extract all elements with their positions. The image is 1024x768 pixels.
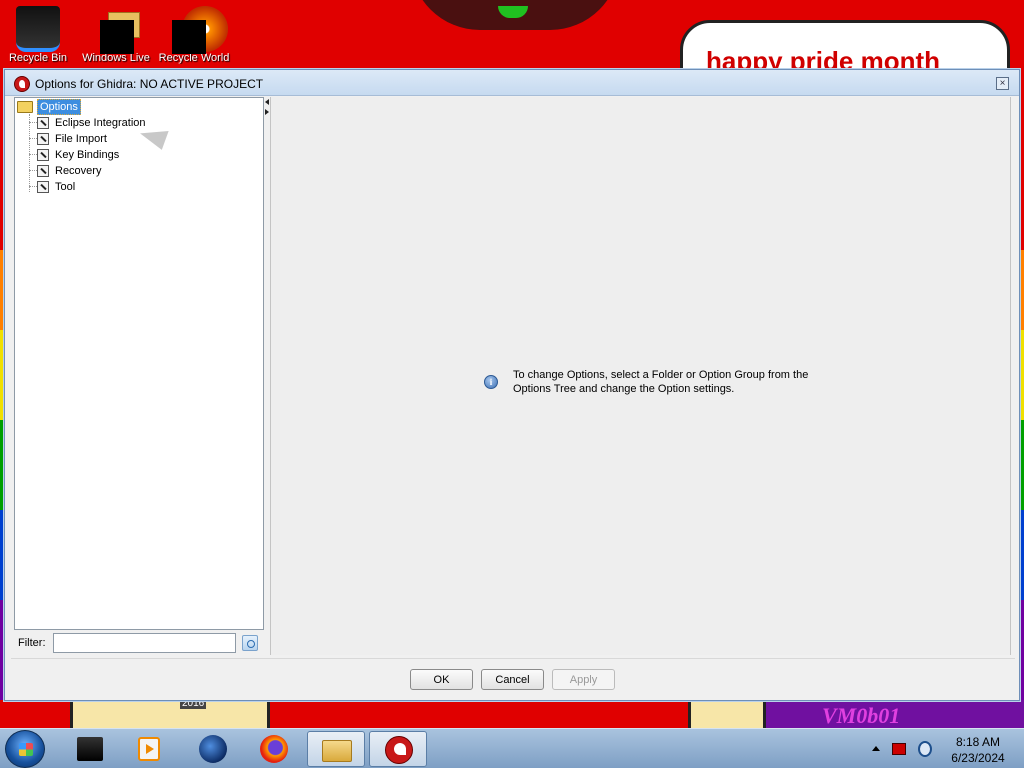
ok-button[interactable]: OK [410,669,473,690]
taskbar-item[interactable] [120,731,178,767]
dialog-titlebar[interactable]: Options for Ghidra: NO ACTIVE PROJECT × [5,70,1019,96]
taskbar-item[interactable] [245,731,303,767]
ghidra-icon [385,736,413,764]
dialog-title: Options for Ghidra: NO ACTIVE PROJECT [35,77,264,91]
apply-button[interactable]: Apply [552,669,615,690]
wrench-icon [37,117,49,129]
taskbar: 8:18 AM 6/23/2024 [0,728,1024,768]
show-hidden-icons-icon[interactable] [872,746,880,751]
tree-node-label: Key Bindings [55,149,120,161]
network-icon[interactable] [918,741,932,757]
desktop-icon-windows-live[interactable]: Windows Live [78,6,154,68]
globe-icon [199,735,227,763]
desktop-icon-recycle-world[interactable]: Recycle World [156,6,232,68]
info-message: To change Options, select a Folder or Op… [513,369,809,395]
wallpaper-watermark: VM0b01 [822,703,901,728]
system-tray: 8:18 AM 6/23/2024 [864,729,1024,768]
taskbar-item-ghidra[interactable] [369,731,427,767]
action-center-icon[interactable] [892,743,906,755]
wrench-icon [37,149,49,161]
filter-label: Filter: [18,637,46,649]
options-tree: Options Eclipse Integration File Import … [14,97,264,630]
black-app-icon [77,737,103,761]
tree-node-label: Eclipse Integration [55,117,146,129]
clock[interactable]: 8:18 AM 6/23/2024 [942,734,1014,766]
folder-open-icon [17,101,33,113]
filter-clear-icon[interactable] [242,635,258,651]
black-square-icon [172,20,206,54]
black-square-icon [100,20,134,54]
tree-node-label: Tool [55,181,76,193]
filter-row: Filter: [14,631,264,655]
options-dialog: Options for Ghidra: NO ACTIVE PROJECT × … [4,69,1020,701]
windows-live-icon [94,6,140,54]
taskbar-item[interactable] [307,731,365,767]
wrench-icon [37,165,49,177]
clock-date: 6/23/2024 [951,751,1005,765]
start-button[interactable] [5,730,45,768]
options-detail-panel: i To change Options, select a Folder or … [270,97,1011,655]
taskbar-item[interactable] [184,731,242,767]
wrench-icon [37,181,49,193]
wrench-icon [37,133,49,145]
dialog-button-bar: OK Cancel Apply [11,658,1015,698]
desktop-icon-label: Recycle Bin [8,52,68,64]
media-player-icon [138,737,160,761]
cancel-button[interactable]: Cancel [481,669,544,690]
recycle-bin-icon [16,6,60,52]
taskbar-item[interactable] [60,731,118,767]
info-icon: i [484,375,498,389]
wallpaper-bottom-art-left [70,700,270,728]
firefox-icon [260,735,288,763]
close-button[interactable]: × [996,77,1009,90]
tree-node-label: Options [37,99,81,115]
tree-node-label: File Import [55,133,107,145]
collapse-left-icon[interactable] [265,99,269,105]
recycle-world-icon [172,6,228,54]
collapse-right-icon[interactable] [265,109,269,115]
filter-input[interactable] [53,633,236,653]
wallpaper-bottom-art-right [688,700,766,728]
tree-connector [29,114,30,192]
desktop-icon-recycle-bin[interactable]: Recycle Bin [0,6,76,68]
file-explorer-icon [322,740,352,762]
ghidra-icon [14,76,30,92]
tree-node-label: Recovery [55,165,102,177]
clock-time: 8:18 AM [955,735,1001,749]
